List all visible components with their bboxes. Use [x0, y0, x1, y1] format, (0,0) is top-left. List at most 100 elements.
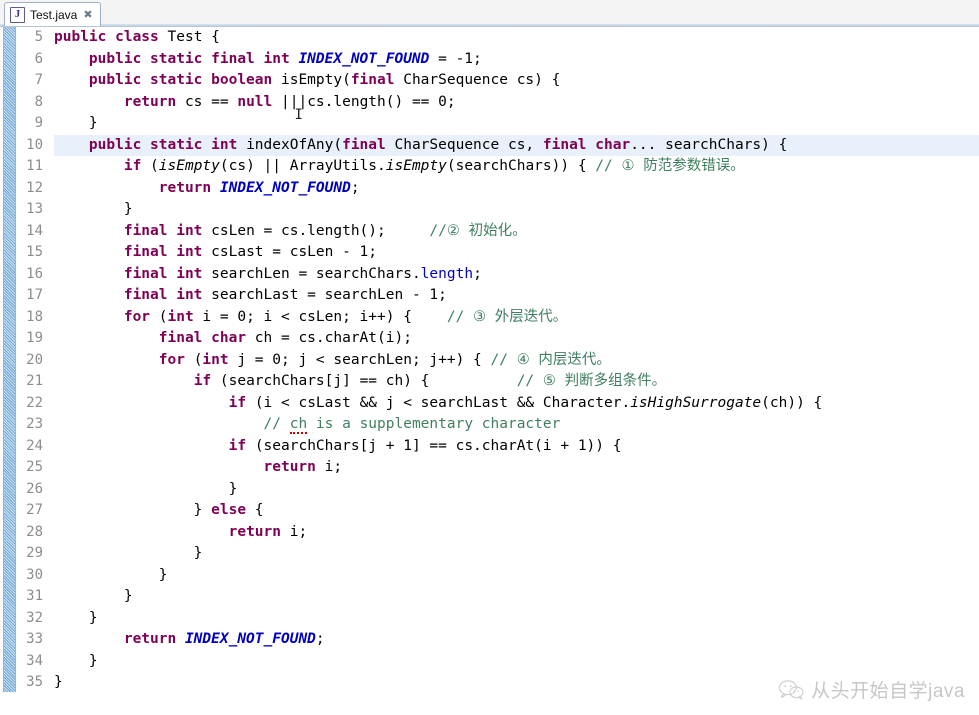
line-number-27[interactable]: 27: [0, 500, 46, 522]
line-number-label: 29: [26, 545, 43, 561]
code-token: if: [228, 394, 255, 411]
line-number-35[interactable]: 35: [0, 672, 46, 694]
code-text-column[interactable]: public class Test { public static final …: [46, 27, 979, 715]
code-line-27[interactable]: } else {: [54, 500, 979, 522]
line-number-11[interactable]: 11: [0, 156, 46, 178]
code-line-29[interactable]: }: [54, 543, 979, 565]
code-token: // ⑤ 判断多组条件。: [516, 373, 667, 389]
tab-test-java[interactable]: Test.java ✖: [4, 2, 101, 26]
code-line-5[interactable]: public class Test {: [54, 27, 979, 49]
code-line-8[interactable]: return cs == null |||cs.length() == 0;: [54, 92, 979, 127]
line-number-29[interactable]: 29: [0, 543, 46, 565]
code-token: if: [123, 158, 151, 174]
code-token: // ① 防范参数错误。: [595, 158, 745, 174]
line-number-label: 25: [26, 459, 43, 475]
line-number-label: 21: [26, 373, 43, 389]
code-line-32[interactable]: }: [54, 608, 979, 630]
line-number-26[interactable]: 26: [0, 479, 46, 501]
line-number-label: 8: [34, 93, 43, 110]
code-line-34[interactable]: }: [54, 651, 979, 673]
code-line-13[interactable]: }: [54, 199, 979, 221]
code-token: final int: [123, 265, 212, 282]
line-number-23[interactable]: 23: [0, 414, 46, 436]
line-number-16[interactable]: 16: [0, 264, 46, 286]
code-line-31[interactable]: }: [54, 586, 979, 608]
line-number-25[interactable]: 25: [0, 457, 46, 479]
code-token: }: [54, 115, 98, 131]
line-number-10[interactable]: 10: [0, 135, 55, 157]
code-line-9[interactable]: }: [54, 113, 979, 135]
code-token: ;: [315, 631, 325, 647]
code-token: csLast = csLen - 1;: [211, 244, 378, 260]
line-number-5[interactable]: 5: [0, 27, 46, 49]
line-number-9[interactable]: 9: [0, 113, 46, 135]
line-number-15[interactable]: 15: [0, 242, 46, 264]
code-line-17[interactable]: final int searchLast = searchLen - 1;: [54, 285, 979, 307]
line-number-17[interactable]: 17: [0, 285, 46, 307]
line-number-28[interactable]: 28: [0, 522, 46, 544]
line-number-32[interactable]: 32: [0, 608, 46, 630]
code-line-19[interactable]: final char ch = cs.charAt(i);: [54, 328, 979, 350]
code-token: ch = cs.charAt(i);: [254, 330, 412, 346]
code-line-23[interactable]: // ch is a supplementary character: [54, 414, 979, 436]
line-number-20[interactable]: 20: [0, 350, 46, 372]
code-line-30[interactable]: }: [54, 565, 979, 587]
line-number-14[interactable]: 14: [0, 221, 46, 243]
code-editor-area[interactable]: 5 6 7 8 9 10 11 12 13 14 15 16 17 18 19 20 21 22 23 24 25 26 2…: [0, 27, 979, 715]
line-number-12[interactable]: 12: [0, 178, 46, 200]
code-token: null: [237, 93, 273, 110]
code-line-11[interactable]: if (isEmpty(cs) || ArrayUtils.isEmpty(se…: [54, 156, 979, 178]
code-line-7[interactable]: public static boolean isEmpty(final Char…: [54, 70, 979, 92]
line-number-8[interactable]: 8: [0, 92, 46, 114]
line-number-19[interactable]: 19: [0, 328, 46, 350]
code-line-14[interactable]: final int csLen = cs.length(); //② 初始化。: [54, 221, 979, 243]
code-line-16[interactable]: final int searchLen = searchChars.length…: [54, 264, 979, 286]
code-line-12[interactable]: return INDEX_NOT_FOUND;: [54, 178, 979, 200]
line-number-33[interactable]: 33: [0, 629, 46, 651]
code-token: final int: [123, 244, 212, 260]
code-token: // ③ 外层迭代。: [446, 308, 568, 325]
line-number-22[interactable]: 22: [0, 393, 46, 415]
code-token: CharSequence cs,: [394, 136, 543, 153]
line-number-18[interactable]: 18: [0, 307, 46, 329]
code-line-26[interactable]: }: [54, 479, 979, 501]
code-token: cs ==: [184, 93, 238, 110]
code-token: ;: [473, 265, 482, 282]
line-number-6[interactable]: 6: [0, 49, 46, 71]
code-line-33[interactable]: return INDEX_NOT_FOUND;: [54, 629, 979, 651]
code-line-24[interactable]: if (searchChars[j + 1] == cs.charAt(i + …: [54, 436, 979, 458]
code-line-25[interactable]: return i;: [54, 457, 979, 479]
close-icon[interactable]: ✖: [83, 9, 92, 20]
code-line-28[interactable]: return i;: [54, 522, 979, 544]
code-line-21[interactable]: if (searchChars[j] == ch) { // ⑤ 判断多组条件。: [54, 371, 979, 393]
line-number-24[interactable]: 24: [0, 436, 46, 458]
code-line-15[interactable]: final int csLast = csLen - 1;: [54, 242, 979, 264]
line-number-label: 20: [26, 351, 43, 368]
line-number-34[interactable]: 34: [0, 651, 46, 673]
code-token: (ch)) {: [761, 394, 823, 411]
code-line-6[interactable]: public static final int INDEX_NOT_FOUND …: [54, 49, 979, 71]
java-file-icon: [10, 6, 25, 23]
line-number-7[interactable]: 7: [0, 70, 55, 92]
line-number-21[interactable]: 21: [0, 371, 46, 393]
code-line-18[interactable]: for (int i = 0; i < csLen; i++) { // ③ 外…: [54, 307, 979, 329]
code-line-10[interactable]: public static int indexOfAny(final CharS…: [54, 134, 979, 156]
line-number-13[interactable]: 13: [0, 199, 46, 221]
line-number-30[interactable]: 30: [0, 565, 46, 587]
line-number-31[interactable]: 31: [0, 586, 46, 608]
line-number-label: 16: [26, 265, 43, 282]
code-token: Test {: [167, 29, 220, 45]
code-token: INDEX_NOT_FOUND: [184, 631, 316, 647]
code-line-20[interactable]: for (int j = 0; j < searchLen; j++) { //…: [54, 350, 979, 372]
code-line-35[interactable]: }: [54, 672, 979, 694]
code-line-22[interactable]: if (i < csLast && j < searchLast && Char…: [54, 393, 979, 415]
line-number-label: 19: [26, 330, 43, 346]
